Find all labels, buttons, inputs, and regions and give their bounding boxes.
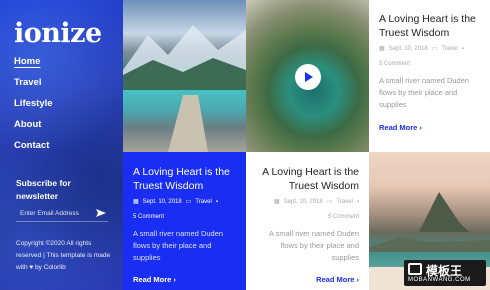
post-comments[interactable]: 5 Comment (379, 59, 410, 70)
comment-icon: ▪ (356, 199, 359, 205)
post-comments[interactable]: 5 Comment (328, 212, 359, 223)
sidebar: ionize Home Travel Lifestyle About Conta… (0, 0, 123, 290)
newsletter-title: Subscribe for newsletter (16, 178, 71, 201)
post-meta: ▦ Sept. 10, 2018 ▭ Travel ▪ 5 Comment (133, 197, 238, 223)
post-category[interactable]: Travel (195, 197, 211, 208)
watermark-url: MOBANWANG.COM (408, 277, 471, 283)
play-icon[interactable] (295, 64, 321, 90)
comment-icon: ▪ (215, 199, 218, 205)
post-title[interactable]: A Loving Heart is the Truest Wisdom (254, 165, 359, 193)
nav-item-contact[interactable]: Contact (14, 140, 53, 151)
folder-icon: ▭ (185, 199, 192, 205)
post-meta: ▦ Sept. 10, 2018 ▭ Travel ▪ 5 Comment (254, 197, 359, 223)
folder-icon: ▭ (326, 199, 333, 205)
post-card-3: A Loving Heart is the Truest Wisdom ▦ Sep… (246, 152, 369, 290)
tv-icon (408, 263, 422, 275)
post-category[interactable]: Travel (336, 197, 352, 208)
nav-item-travel[interactable]: Travel (14, 77, 53, 88)
post-date: Sept. 10, 2018 (283, 199, 323, 205)
post-title[interactable]: A Loving Heart is the Truest Wisdom (379, 12, 484, 40)
mountain-shapes (123, 25, 246, 152)
send-icon[interactable] (96, 208, 106, 218)
folder-icon: ▭ (431, 46, 438, 52)
post-meta: ▦ Sept. 10, 2018 ▭ Travel ▪ 5 Comment (379, 44, 484, 70)
calendar-icon: ▦ (379, 46, 385, 52)
email-placeholder: Enter Email Address (20, 210, 79, 217)
post-excerpt: A small river named Duden flows by their… (379, 76, 470, 109)
nav-item-home[interactable]: Home (14, 56, 53, 67)
post-comments[interactable]: 5 Comment (133, 212, 164, 223)
calendar-icon: ▦ (133, 199, 139, 205)
post-excerpt: A small river named Duden flows by their… (268, 229, 359, 262)
post-image-river[interactable] (246, 0, 369, 152)
post-image-lake[interactable] (123, 0, 246, 152)
post-title[interactable]: A Loving Heart is the Truest Wisdom (133, 165, 238, 193)
post-category[interactable]: Travel (441, 44, 457, 55)
post-card-2: A Loving Heart is the Truest Wisdom ▦ Sep… (123, 152, 246, 290)
calendar-icon: ▦ (274, 199, 280, 205)
site-logo[interactable]: ionize (14, 18, 102, 49)
post-excerpt: A small river named Duden flows by their… (133, 229, 224, 262)
nav-item-lifestyle[interactable]: Lifestyle (14, 98, 53, 109)
email-field[interactable]: Enter Email Address (16, 206, 108, 222)
post-date: Sept. 10, 2018 (388, 46, 428, 52)
post-date: Sept. 10, 2018 (142, 199, 182, 205)
read-more-link[interactable]: Read More › (316, 275, 359, 284)
read-more-link[interactable]: Read More › (133, 275, 176, 284)
nav-item-about[interactable]: About (14, 119, 53, 130)
post-image-coast[interactable]: 模板王 MOBANWANG.COM (369, 152, 490, 290)
read-more-link[interactable]: Read More › (379, 123, 422, 132)
comment-icon: ▪ (461, 46, 464, 52)
watermark-logo: 模板王 MOBANWANG.COM (404, 260, 486, 286)
post-card-1: A Loving Heart is the Truest Wisdom ▦ Sep… (369, 0, 490, 152)
main-nav: Home Travel Lifestyle About Contact (14, 56, 53, 161)
copyright-text: Copyright ©2020 All rights reserved | Th… (16, 240, 111, 271)
